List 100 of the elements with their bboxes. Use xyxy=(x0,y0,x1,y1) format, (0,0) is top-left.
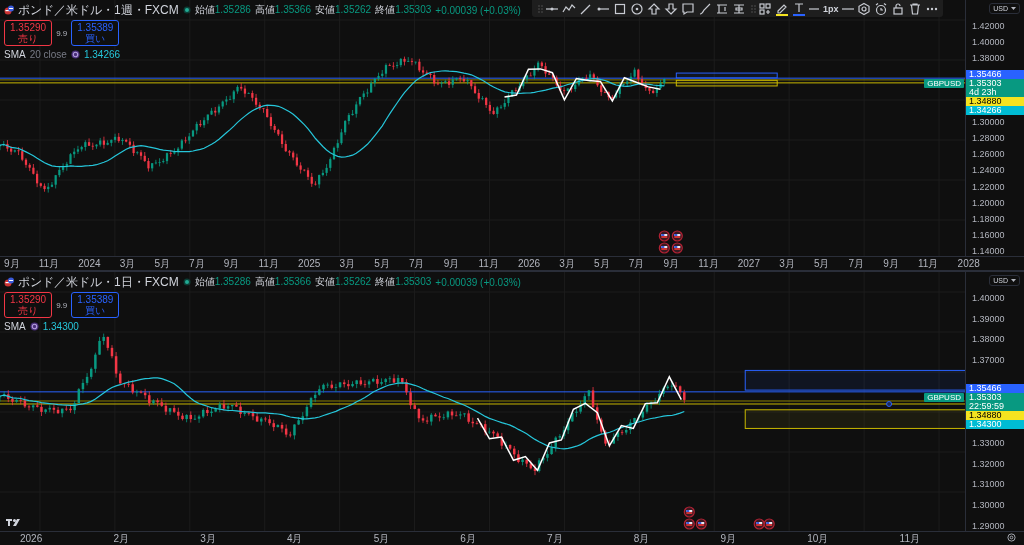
arrow-up-button[interactable] xyxy=(646,1,662,16)
time-tick: 9月 xyxy=(663,256,680,271)
price-tick: 1.26000 xyxy=(972,149,1005,160)
ohlc-value: 1.35303 xyxy=(395,276,432,287)
symbol-tag: GBPUSD xyxy=(924,79,964,89)
price-tick: 1.31000 xyxy=(972,479,1005,490)
time-tick: 2024 xyxy=(78,258,101,269)
settings-icon[interactable] xyxy=(1007,533,1016,542)
flag-icon[interactable] xyxy=(753,518,765,530)
indicator-settings-icon[interactable] xyxy=(29,322,39,331)
symbol-tag: GBPUSD xyxy=(924,392,964,402)
brush-button[interactable] xyxy=(697,1,713,16)
price-tick: 1.32000 xyxy=(972,458,1005,469)
price-tick: 1.40000 xyxy=(972,36,1005,47)
indicator-name: SMA xyxy=(4,321,26,332)
settings-icon xyxy=(856,1,871,16)
alarm-clock-icon xyxy=(873,1,888,16)
time-tick: 9月 xyxy=(4,256,20,271)
time-tick: 11月 xyxy=(478,256,499,271)
price-tick: 1.37000 xyxy=(972,355,1005,366)
price-tick: 1.18000 xyxy=(972,213,1005,224)
arrow-down-icon xyxy=(664,1,678,16)
flag-icon[interactable] xyxy=(695,518,707,530)
time-tick: 7月 xyxy=(189,256,205,271)
rectangle-icon xyxy=(613,1,627,16)
ohlc-value: 1.35303 xyxy=(395,4,432,15)
flag-icon[interactable] xyxy=(683,518,695,530)
ohlc-label: 始値 xyxy=(194,276,215,287)
settings-button[interactable] xyxy=(855,1,872,16)
ohlc-value: 1.35286 xyxy=(214,276,251,287)
time-tick: 5月 xyxy=(594,256,610,271)
time-tick: 2027 xyxy=(737,258,760,269)
grid-button[interactable] xyxy=(757,1,773,16)
price-change: +0.00039 (+0.03%) xyxy=(435,4,521,16)
price-tick: 1.40000 xyxy=(972,292,1005,303)
currency-flags-icon xyxy=(4,5,14,15)
buy-button[interactable]: 1.35389 買い xyxy=(71,292,120,318)
ohlc-value: 1.35262 xyxy=(335,276,372,287)
rectangle-button[interactable] xyxy=(612,1,628,16)
price-label: 1.34880 xyxy=(966,97,1024,107)
time-tick: 3月 xyxy=(119,256,136,271)
time-tick: 9月 xyxy=(720,531,737,545)
arrow-down-button[interactable] xyxy=(663,1,679,16)
flag-icon[interactable] xyxy=(683,506,695,518)
price-tick: 1.14000 xyxy=(972,245,1005,256)
text-button[interactable] xyxy=(791,1,807,16)
price-tick: 1.38000 xyxy=(972,334,1005,345)
time-tick: 2026 xyxy=(517,258,541,269)
price-label: 1.35466 xyxy=(966,383,1024,393)
flag-icon[interactable] xyxy=(671,242,683,254)
price-tick: 1.33000 xyxy=(972,437,1005,448)
brush-icon xyxy=(698,1,712,16)
measure-icon xyxy=(715,1,729,16)
price-tick: 1.24000 xyxy=(972,165,1005,176)
logo-icon xyxy=(6,519,20,526)
sell-button[interactable]: 1.35290 売り xyxy=(4,292,53,318)
ohlc-label: 終値 xyxy=(375,4,396,15)
price-label: 1.34266 xyxy=(966,106,1024,116)
price-change: +0.00039 (+0.03%) xyxy=(435,276,521,288)
ohlc-label: 高値 xyxy=(254,276,275,287)
ohlc-label: 終値 xyxy=(375,276,396,287)
speech-bubble-button[interactable] xyxy=(680,1,696,16)
anchor-point-icon xyxy=(886,401,893,407)
price-label: 1.35466 xyxy=(966,70,1024,80)
lock-icon xyxy=(890,1,905,16)
circle-button[interactable] xyxy=(629,1,645,16)
spread-value: 9.9 xyxy=(56,300,68,310)
price-tick: 1.38000 xyxy=(972,52,1005,63)
circle-icon xyxy=(630,1,644,16)
time-tick: 2026 xyxy=(20,533,43,544)
flag-icon[interactable] xyxy=(658,230,670,242)
time-tick: 4月 xyxy=(286,531,303,545)
buy-button[interactable]: 1.35389 買い xyxy=(71,20,120,46)
price-tick: 1.29000 xyxy=(972,520,1005,531)
time-tick: 10月 xyxy=(807,531,829,545)
price-tick: 1.16000 xyxy=(972,229,1005,240)
price-label: 1.34300 xyxy=(966,419,1024,429)
time-tick: 11月 xyxy=(899,531,920,545)
price-tick: 1.30000 xyxy=(972,500,1005,511)
ohlc-label: 高値 xyxy=(254,4,275,15)
flag-icon[interactable] xyxy=(658,242,670,254)
indicator-settings-icon[interactable] xyxy=(70,50,80,59)
symbol-title: ポンド／米ドル・1日・FXCM xyxy=(18,275,179,289)
line-width-button[interactable]: 1px xyxy=(808,1,840,16)
arrow-up-icon xyxy=(647,1,661,16)
ohlc-label: 安値 xyxy=(315,4,335,15)
time-tick: 5月 xyxy=(373,531,390,545)
sell-button[interactable]: 1.35290 売り xyxy=(4,20,53,46)
flag-icon[interactable] xyxy=(763,518,775,530)
time-tick: 6月 xyxy=(460,531,476,545)
time-tick: 2月 xyxy=(113,531,129,545)
price-tick: 1.30000 xyxy=(972,117,1005,128)
flag-icon[interactable] xyxy=(671,230,683,242)
measure-button[interactable] xyxy=(714,1,730,16)
indicator-params: 20 close xyxy=(29,49,67,60)
time-tick: 5月 xyxy=(374,256,390,271)
time-tick: 7月 xyxy=(547,531,563,545)
time-tick: 2028 xyxy=(957,258,980,269)
align-button[interactable] xyxy=(731,1,747,16)
symbol-title: ポンド／米ドル・1週・FXCM xyxy=(18,3,179,17)
